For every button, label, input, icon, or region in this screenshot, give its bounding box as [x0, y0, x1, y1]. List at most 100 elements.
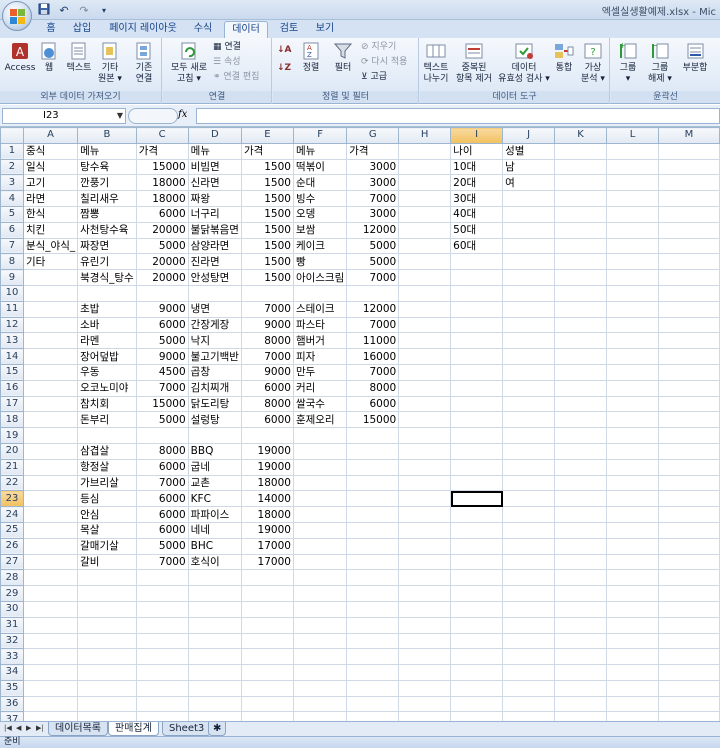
- cell-c16[interactable]: 7000: [135, 379, 189, 397]
- cell-m3[interactable]: [657, 174, 720, 192]
- column-header-c[interactable]: C: [135, 127, 189, 144]
- cell-d32[interactable]: [187, 632, 242, 650]
- row-header[interactable]: 19: [0, 427, 24, 444]
- cell-l18[interactable]: [606, 411, 659, 429]
- cell-g26[interactable]: [346, 537, 400, 555]
- cell-k15[interactable]: [554, 363, 608, 381]
- cell-c12[interactable]: 6000: [135, 316, 189, 334]
- cell-e23[interactable]: 14000: [240, 490, 294, 508]
- sort-button[interactable]: AZ 정렬: [297, 40, 325, 74]
- first-sheet-icon[interactable]: |◀: [4, 724, 12, 732]
- group-button[interactable]: + 그룹 ▾: [613, 40, 643, 85]
- cell-h14[interactable]: [398, 348, 452, 365]
- text-to-columns-button[interactable]: 텍스트 나누기: [420, 40, 452, 85]
- cell-m5[interactable]: [657, 205, 720, 223]
- cell-d22[interactable]: 교촌: [187, 474, 242, 492]
- cell-g12[interactable]: 7000: [346, 316, 400, 334]
- cell-m35[interactable]: [657, 679, 720, 697]
- cell-j27[interactable]: [502, 553, 556, 571]
- column-header-l[interactable]: L: [606, 127, 659, 144]
- cell-m12[interactable]: [657, 316, 720, 334]
- cell-h8[interactable]: [398, 253, 452, 271]
- connections-button[interactable]: ▦ 연결: [213, 41, 241, 53]
- cell-i37[interactable]: [450, 711, 504, 721]
- cell-j14[interactable]: [502, 348, 556, 365]
- cell-f29[interactable]: [292, 585, 348, 602]
- column-header-f[interactable]: F: [292, 127, 348, 144]
- cell-l2[interactable]: [606, 158, 659, 176]
- cell-g19[interactable]: [346, 427, 400, 444]
- row-header[interactable]: 31: [0, 616, 24, 634]
- cell-j37[interactable]: [502, 711, 556, 721]
- cell-h19[interactable]: [398, 427, 452, 444]
- column-header-b[interactable]: B: [77, 127, 137, 144]
- cell-j4[interactable]: [502, 190, 556, 207]
- cell-l35[interactable]: [606, 679, 659, 697]
- column-header-g[interactable]: G: [346, 127, 400, 144]
- cell-m25[interactable]: [657, 521, 720, 539]
- cell-l30[interactable]: [606, 600, 659, 618]
- cell-h21[interactable]: [398, 458, 452, 476]
- cell-h28[interactable]: [398, 569, 452, 587]
- cell-b19[interactable]: [77, 427, 137, 444]
- cell-k7[interactable]: [554, 237, 608, 255]
- cell-b26[interactable]: 갈매기살: [77, 537, 137, 555]
- cell-k32[interactable]: [554, 632, 608, 650]
- cell-a31[interactable]: [22, 616, 79, 634]
- cell-g34[interactable]: [346, 664, 400, 681]
- cell-l33[interactable]: [606, 648, 659, 666]
- subtotal-button[interactable]: 부분합: [677, 40, 713, 74]
- cell-c1[interactable]: 가격: [135, 142, 189, 160]
- cell-l17[interactable]: [606, 395, 659, 413]
- cell-e9[interactable]: 1500: [240, 269, 294, 286]
- filter-button[interactable]: 필터: [329, 40, 357, 74]
- cell-f6[interactable]: 보쌈: [292, 221, 348, 239]
- cell-e36[interactable]: [240, 695, 294, 713]
- cell-h7[interactable]: [398, 237, 452, 255]
- row-header[interactable]: 32: [0, 632, 24, 650]
- cell-f10[interactable]: [292, 284, 348, 302]
- cell-a35[interactable]: [22, 679, 79, 697]
- cell-c2[interactable]: 15000: [135, 158, 189, 176]
- cell-l27[interactable]: [606, 553, 659, 571]
- cell-m30[interactable]: [657, 600, 720, 618]
- cell-k13[interactable]: [554, 332, 608, 350]
- cell-g35[interactable]: [346, 679, 400, 697]
- cell-b24[interactable]: 안심: [77, 506, 137, 523]
- cell-j21[interactable]: [502, 458, 556, 476]
- cell-a22[interactable]: [22, 474, 79, 492]
- cell-b13[interactable]: 라멘: [77, 332, 137, 350]
- cell-j22[interactable]: [502, 474, 556, 492]
- cell-m26[interactable]: [657, 537, 720, 555]
- cell-c4[interactable]: 18000: [135, 190, 189, 207]
- cell-k35[interactable]: [554, 679, 608, 697]
- cell-l8[interactable]: [606, 253, 659, 271]
- cell-e27[interactable]: 17000: [240, 553, 294, 571]
- cell-j13[interactable]: [502, 332, 556, 350]
- cell-g23[interactable]: [346, 490, 400, 508]
- cell-a23[interactable]: [22, 490, 79, 508]
- cell-h5[interactable]: [398, 205, 452, 223]
- cell-e10[interactable]: [240, 284, 294, 302]
- cell-l19[interactable]: [606, 427, 659, 444]
- cell-f37[interactable]: [292, 711, 348, 721]
- ungroup-button[interactable]: − 그룹 해제 ▾: [645, 40, 675, 85]
- cell-b9[interactable]: 북경식_탕수: [77, 269, 137, 286]
- cell-c22[interactable]: 7000: [135, 474, 189, 492]
- cell-b1[interactable]: 메뉴: [77, 142, 137, 160]
- cell-i21[interactable]: [450, 458, 504, 476]
- cell-d8[interactable]: 진라면: [187, 253, 242, 271]
- column-header-a[interactable]: A: [22, 127, 79, 144]
- insert-sheet-icon[interactable]: ✱: [208, 722, 227, 736]
- cell-d20[interactable]: BBQ: [187, 442, 242, 460]
- cell-c21[interactable]: 6000: [135, 458, 189, 476]
- cell-l20[interactable]: [606, 442, 659, 460]
- reapply-button[interactable]: ⟳ 다시 적용: [361, 56, 407, 68]
- cell-f9[interactable]: 아이스크림: [292, 269, 348, 286]
- cell-b6[interactable]: 사천탕수육: [77, 221, 137, 239]
- cell-d36[interactable]: [187, 695, 242, 713]
- cell-g3[interactable]: 3000: [346, 174, 400, 192]
- other-sources-button[interactable]: 기타 원본 ▾: [96, 40, 124, 85]
- cell-a1[interactable]: 중식: [22, 142, 79, 160]
- cell-a2[interactable]: 일식: [22, 158, 79, 176]
